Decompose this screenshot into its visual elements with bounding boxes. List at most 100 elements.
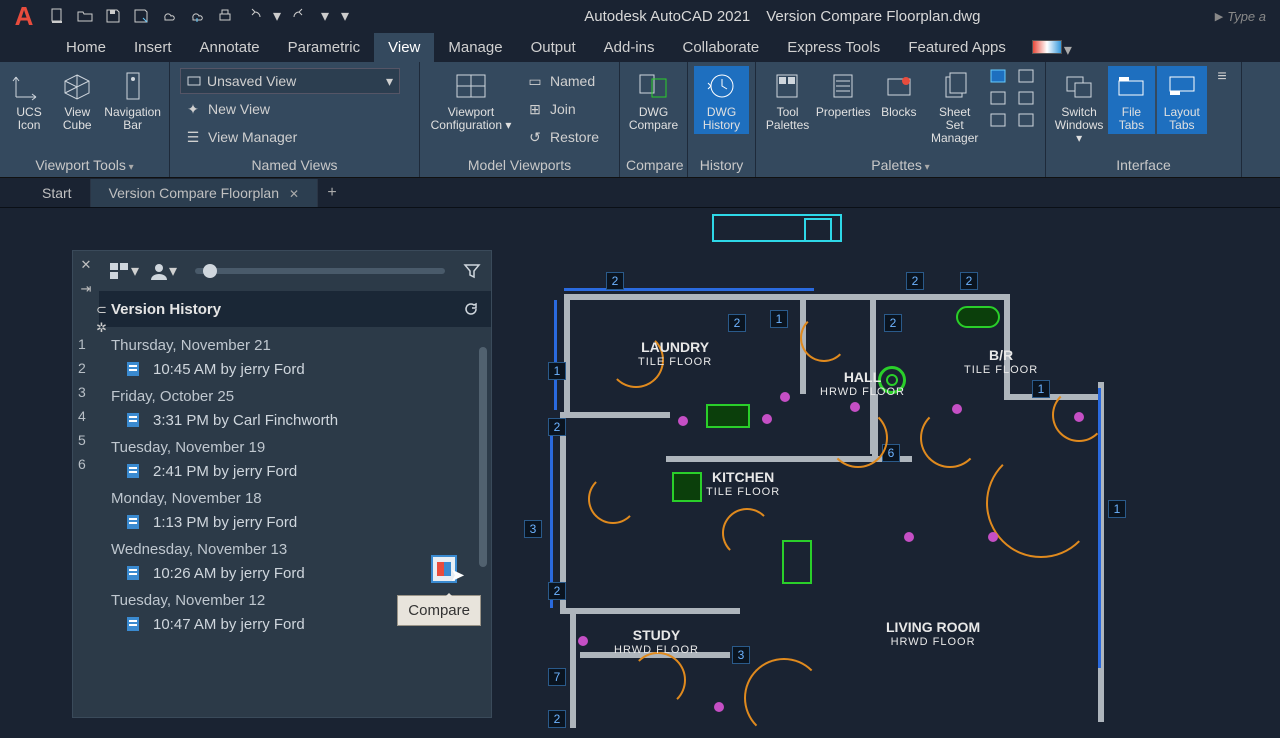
dim-badge: 1 <box>1108 500 1126 518</box>
panel-viewport-tools[interactable]: Viewport Tools <box>6 155 163 175</box>
title-bar: A ▾ ▾ ▾ Autodesk AutoCAD 2021 Version Co… <box>0 0 1280 32</box>
gear-icon[interactable]: ✲ <box>96 320 110 334</box>
saveas-icon[interactable] <box>132 7 150 25</box>
panel-model-viewports: Model Viewports <box>426 155 613 175</box>
cloud-open-icon[interactable] <box>160 7 178 25</box>
dim-badge: 2 <box>548 582 566 600</box>
version-group: Monday, November 18 <box>99 484 491 509</box>
dwg-history-button[interactable]: DWG History <box>694 66 749 134</box>
dwg-compare-button[interactable]: DWG Compare <box>626 66 681 134</box>
new-icon[interactable] <box>48 7 66 25</box>
view-mode-icon[interactable]: ▾ <box>109 261 139 281</box>
qat-customize-icon[interactable]: ▾ <box>340 7 350 25</box>
star-icon: ✦ <box>184 100 202 118</box>
dim-badge: 3 <box>524 520 542 538</box>
compare-version-button[interactable] <box>431 555 457 583</box>
file-tabs-bar: Start Version Compare Floorplan✕ + <box>0 178 1280 208</box>
version-entry[interactable]: 3:31 PM by Carl Finchworth <box>99 407 491 433</box>
palette-small-6-icon[interactable] <box>1017 112 1035 130</box>
app-logo[interactable]: A <box>8 0 40 32</box>
panel-compare: Compare <box>626 155 681 175</box>
layout-tabs-button[interactable]: Layout Tabs <box>1157 66 1207 134</box>
interface-small-icon[interactable]: ≡ <box>1213 68 1231 86</box>
room-kitchen: KITCHENTILE FLOOR <box>706 470 780 500</box>
view-cube-button[interactable]: View Cube <box>54 66 100 134</box>
open-icon[interactable] <box>76 7 94 25</box>
gutter-icon-1[interactable]: ⊂ <box>96 302 110 316</box>
filter-icon[interactable] <box>463 262 481 280</box>
redo-icon[interactable] <box>292 7 310 25</box>
properties-button[interactable]: Properties <box>815 66 871 121</box>
palette-pin-icon[interactable]: ⇥ <box>81 281 92 297</box>
floorplan: 2 2 2 1 2 3 2 7 2 2 1 2 1 1 6 3 LAUNDRYT… <box>500 212 1140 720</box>
refresh-icon[interactable] <box>463 301 479 317</box>
tab-home[interactable]: Home <box>52 33 120 62</box>
sheetset-button[interactable]: Sheet Set Manager <box>926 66 983 147</box>
vp-named-button[interactable]: ▭Named <box>522 68 603 94</box>
new-view-button[interactable]: ✦New View <box>180 96 409 122</box>
tab-express[interactable]: Express Tools <box>773 33 894 62</box>
add-tab-button[interactable]: + <box>318 184 346 202</box>
line-numbers: 1 2 3 4 5 6 <box>78 336 86 472</box>
print-icon[interactable] <box>216 7 234 25</box>
panel-history: History <box>694 155 749 175</box>
close-icon[interactable]: ✕ <box>289 187 299 201</box>
palette-small-3-icon[interactable] <box>989 112 1007 130</box>
file-title: Version Compare Floorplan.dwg <box>766 8 980 25</box>
palette-small-1-icon[interactable] <box>989 68 1007 86</box>
version-list[interactable]: Thursday, November 2110:45 AM by jerry F… <box>99 327 491 717</box>
color-swatch-icon[interactable] <box>1032 40 1062 54</box>
blocks-button[interactable]: Blocks <box>873 66 924 121</box>
palette-small-2-icon[interactable] <box>989 90 1007 108</box>
dim-badge: 2 <box>606 272 624 290</box>
tool-palettes-button[interactable]: Tool Palettes <box>762 66 813 134</box>
version-entry[interactable]: 2:41 PM by jerry Ford <box>99 458 491 484</box>
version-entry[interactable]: 10:45 AM by jerry Ford <box>99 356 491 382</box>
dim-badge: 1 <box>770 310 788 328</box>
version-group: Thursday, November 21 <box>99 331 491 356</box>
tab-addins[interactable]: Add-ins <box>590 33 669 62</box>
tab-parametric[interactable]: Parametric <box>274 33 375 62</box>
tab-annotate[interactable]: Annotate <box>186 33 274 62</box>
tab-output[interactable]: Output <box>517 33 590 62</box>
room-hall: HALLHRWD FLOOR <box>820 370 905 400</box>
scrollbar[interactable] <box>479 327 489 717</box>
viewport-config-button[interactable]: Viewport Configuration ▾ <box>426 66 516 134</box>
palette-close-icon[interactable]: ✕ <box>81 257 92 273</box>
palette-small-4-icon[interactable] <box>1017 68 1035 86</box>
app-title: Autodesk AutoCAD 2021 <box>584 8 750 25</box>
tab-view[interactable]: View <box>374 33 434 62</box>
ribbon-dropdown-icon[interactable]: ▾ <box>1064 40 1078 54</box>
undo-drop-icon[interactable]: ▾ <box>272 7 282 25</box>
ucs-icon-button[interactable]: UCS Icon <box>6 66 52 134</box>
room-br: B/RTILE FLOOR <box>964 348 1038 378</box>
start-tab[interactable]: Start <box>24 179 91 207</box>
panel-palettes[interactable]: Palettes <box>762 155 1039 175</box>
search-chevron-icon[interactable]: ▶ <box>1215 10 1223 23</box>
undo-icon[interactable] <box>244 7 262 25</box>
tab-featured[interactable]: Featured Apps <box>894 33 1020 62</box>
time-slider[interactable] <box>195 268 445 274</box>
tab-insert[interactable]: Insert <box>120 33 186 62</box>
file-tabs-button[interactable]: File Tabs <box>1108 66 1154 134</box>
nav-bar-button[interactable]: Navigation Bar <box>102 66 163 134</box>
palette-small-5-icon[interactable] <box>1017 90 1035 108</box>
restore-icon: ↺ <box>526 128 544 146</box>
view-manager-button[interactable]: ☰View Manager <box>180 124 409 150</box>
version-entry[interactable]: 1:13 PM by jerry Ford <box>99 509 491 535</box>
search-input[interactable]: Type a <box>1227 9 1272 24</box>
vp-restore-button[interactable]: ↺Restore <box>522 124 603 150</box>
version-group: Tuesday, November 19 <box>99 433 491 458</box>
switch-windows-button[interactable]: Switch Windows ▾ <box>1052 66 1106 147</box>
dim-badge: 2 <box>548 418 566 436</box>
redo-drop-icon[interactable]: ▾ <box>320 7 330 25</box>
version-group: Friday, October 25 <box>99 382 491 407</box>
cloud-save-icon[interactable] <box>188 7 206 25</box>
save-icon[interactable] <box>104 7 122 25</box>
named-view-combo[interactable]: Unsaved View▾ <box>180 68 400 94</box>
user-filter-icon[interactable]: ▾ <box>149 261 177 281</box>
drawing-tab[interactable]: Version Compare Floorplan✕ <box>91 179 318 207</box>
tab-collaborate[interactable]: Collaborate <box>668 33 773 62</box>
vp-join-button[interactable]: ⊞Join <box>522 96 603 122</box>
tab-manage[interactable]: Manage <box>434 33 516 62</box>
